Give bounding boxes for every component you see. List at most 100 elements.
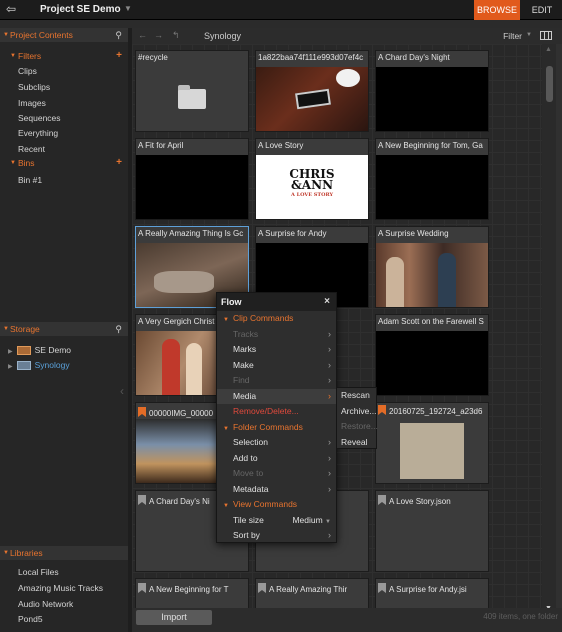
drive-icon (16, 346, 31, 356)
section-title: Libraries (10, 548, 43, 558)
tile-clip[interactable]: A Surprise Wedding (375, 226, 489, 308)
library-item-amazing-music[interactable]: Amazing Music Tracks (18, 583, 103, 593)
chevron-right-icon: › (328, 390, 331, 401)
tile-label: A Chard Day's Night (378, 53, 450, 62)
menu-item-sort-by[interactable]: Sort by › (217, 528, 336, 544)
tile-clip[interactable]: 1a822baa74f111e993d07ef4c (255, 50, 369, 132)
tile-clip[interactable]: A New Beginning for Tom, Ga (375, 138, 489, 220)
flow-menu-header: Flow × (217, 293, 336, 311)
tile-clip[interactable]: A Chard Day's Night (375, 50, 489, 132)
filter-item-images[interactable]: Images (18, 98, 46, 108)
scroll-up-icon[interactable]: ▲ (545, 46, 552, 53)
parent-folder-icon[interactable]: ↰ (172, 30, 180, 41)
search-icon[interactable]: ⚲ (115, 28, 122, 42)
menu-label: Tile size (233, 514, 264, 525)
menu-item-tile-size[interactable]: Tile size Medium ▼ (217, 513, 336, 529)
filter-item-sequences[interactable]: Sequences (18, 113, 61, 123)
tile-clip[interactable]: Adam Scott on the Farewell S (375, 314, 489, 396)
chevron-right-icon: › (328, 530, 331, 540)
library-item-local-files[interactable]: Local Files (18, 567, 59, 577)
search-icon[interactable]: ⚲ (115, 322, 122, 336)
filters-title: Filters (18, 51, 42, 61)
project-name[interactable]: Project SE Demo (40, 4, 121, 15)
tile-label-text: A New Beginning for T (149, 585, 229, 594)
back-arrow-icon[interactable]: ← (138, 30, 147, 40)
title-card-line: A LOVE STORY (290, 192, 334, 198)
menu-label: Remove/Delete... (233, 406, 299, 416)
menu-category-view-commands[interactable]: ▼ View Commands (217, 497, 336, 513)
filter-item-recent[interactable]: Recent (18, 144, 45, 154)
submenu-item-reveal[interactable]: Reveal (337, 435, 376, 451)
scroll-thumb[interactable] (546, 66, 553, 102)
exit-icon[interactable]: ⇦ (6, 2, 20, 16)
tile-image[interactable]: 20160725_192724_a23d6 (375, 402, 489, 484)
tile-label: A Love Story (258, 141, 304, 150)
tab-browse[interactable]: BROWSE (474, 0, 520, 20)
menu-label: Add to (233, 452, 258, 463)
filter-item-subclips[interactable]: Subclips (18, 82, 50, 92)
storage-item-synology[interactable]: ▶ Synology (8, 359, 70, 371)
filter-button[interactable]: Filter (503, 31, 522, 41)
menu-item-tracks: Tracks › (217, 327, 336, 343)
triangle-right-icon[interactable]: ▶ (8, 364, 13, 370)
tile-label-text: 20160725_192724_a23d6 (389, 407, 483, 416)
library-item-audio-network[interactable]: Audio Network (18, 599, 73, 609)
menu-category-clip-commands[interactable]: ▼ Clip Commands (217, 311, 336, 327)
library-item-pond5[interactable]: Pond5 (18, 614, 43, 624)
tile-clip[interactable]: A Love Story CHRIS &ANN A LOVE STORY (255, 138, 369, 220)
storage-label: SE Demo (34, 345, 71, 355)
libraries-header[interactable]: ▼ Libraries (0, 546, 128, 560)
scrollbar[interactable]: ▲ ▼ (542, 44, 556, 614)
add-icon[interactable]: + (116, 50, 122, 62)
tile-label: A Surprise for Andy.jsi (378, 583, 486, 594)
bins-header[interactable]: ▼ Bins + (0, 157, 128, 169)
menu-item-remove-delete[interactable]: Remove/Delete... (217, 404, 336, 420)
chevron-down-icon[interactable]: ▼ (124, 4, 132, 13)
storage-label: Synology (34, 360, 70, 370)
tile-label: A New Beginning for Tom, Ga (378, 141, 483, 150)
tab-edit[interactable]: EDIT (522, 0, 562, 20)
tile-folder[interactable]: #recycle (135, 50, 249, 132)
filter-item-everything[interactable]: Everything (18, 128, 58, 138)
tile-json[interactable]: A Love Story.json (375, 490, 489, 572)
menu-item-selection[interactable]: Selection › (217, 435, 336, 451)
storage-item-se-demo[interactable]: ▶ SE Demo (8, 344, 71, 356)
close-icon[interactable]: × (324, 293, 330, 311)
menu-label: Folder Commands (232, 421, 303, 432)
filters-header[interactable]: ▼ Filters + (0, 50, 128, 62)
section-title: Project Contents (10, 30, 73, 40)
menu-item-media[interactable]: Media › (217, 388, 336, 404)
menu-category-folder-commands[interactable]: ▼ Folder Commands (217, 420, 336, 436)
thumbnail (136, 155, 248, 219)
add-icon[interactable]: + (116, 157, 122, 169)
breadcrumb[interactable]: Synology (204, 31, 241, 41)
grid-view-icon[interactable] (540, 31, 552, 40)
triangle-right-icon[interactable]: ▶ (8, 349, 13, 355)
submenu-item-archive[interactable]: Archive... (337, 404, 376, 420)
bin-item[interactable]: Bin #1 (18, 175, 42, 185)
forward-arrow-icon[interactable]: → (154, 30, 163, 40)
tile-label: A Really Amazing Thing Is Gc (138, 229, 244, 238)
person-shape (186, 343, 202, 395)
menu-item-make[interactable]: Make › (217, 358, 336, 374)
tile-clip[interactable]: A Fit for April (135, 138, 249, 220)
menu-item-add-to[interactable]: Add to › (217, 451, 336, 467)
menu-item-marks[interactable]: Marks › (217, 342, 336, 358)
thumbnail (376, 243, 488, 307)
couch-shape (154, 271, 214, 293)
tile-label-text: 00000IMG_00000 (149, 409, 214, 418)
triangle-down-icon: ▼ (223, 425, 229, 432)
flag-icon (378, 405, 386, 415)
thumbnail (376, 419, 488, 483)
menu-item-metadata[interactable]: Metadata › (217, 482, 336, 498)
storage-header[interactable]: ▼ Storage ⚲ (0, 322, 128, 336)
tile-label-text: A Really Amazing Thir (269, 585, 348, 594)
thumbnail (376, 67, 488, 131)
project-contents-header[interactable]: ▼ Project Contents ⚲ (0, 28, 128, 42)
submenu-item-rescan[interactable]: Rescan (337, 388, 376, 404)
thumbnail: CHRIS &ANN A LOVE STORY (256, 155, 368, 219)
filter-item-clips[interactable]: Clips (18, 66, 37, 76)
chevron-down-icon[interactable]: ▼ (526, 32, 532, 38)
import-button[interactable]: Import (136, 610, 212, 625)
flag-icon (378, 495, 386, 505)
